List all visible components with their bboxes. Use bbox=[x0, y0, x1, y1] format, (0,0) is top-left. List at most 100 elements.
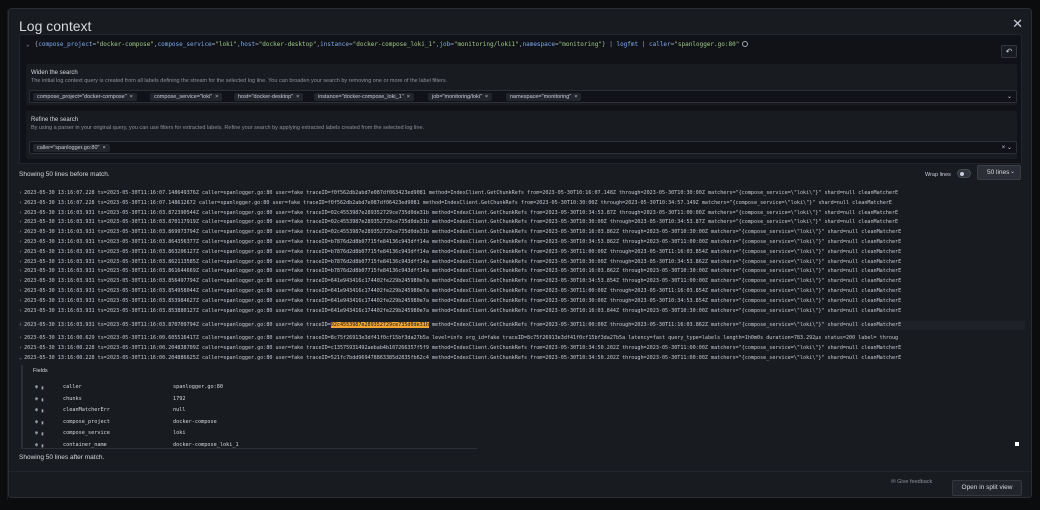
remove-chip-icon[interactable]: × bbox=[574, 94, 577, 100]
clear-and-chevron-icons[interactable]: × ⌄ bbox=[1002, 144, 1012, 151]
chevron-down-icon[interactable]: ⌄ bbox=[26, 41, 30, 48]
chevron-down-icon[interactable]: ⌄ bbox=[1007, 93, 1012, 100]
chevron-right-icon[interactable]: › bbox=[19, 229, 22, 235]
log-row[interactable]: › 2023-05-30 13:16:03.931 ts=2023-05-30T1… bbox=[19, 287, 1025, 296]
query-panel: ⌄ {compose_project="docker-compose",compo… bbox=[19, 34, 1022, 164]
label-chip[interactable]: namespace="monitoring" × bbox=[506, 93, 582, 101]
chevron-right-icon[interactable]: › bbox=[19, 219, 22, 225]
chevron-right-icon[interactable]: › bbox=[19, 190, 22, 196]
field-row: ◉▗ caller spanlogger.go:80 bbox=[33, 382, 473, 393]
info-circle-icon[interactable] bbox=[742, 41, 749, 47]
chevron-right-icon[interactable]: › bbox=[19, 259, 22, 265]
log-row[interactable]: › 2023-05-30 13:16:00.629 ts=2023-05-30T1… bbox=[19, 334, 1025, 343]
log-row-text: 2023-05-30 13:16:00.629 ts=2023-05-30T11… bbox=[24, 335, 899, 342]
chevron-right-icon[interactable]: › bbox=[19, 249, 22, 255]
query-label-value: "monitoring" bbox=[558, 41, 602, 48]
chevron-right-icon[interactable]: › bbox=[19, 298, 22, 304]
log-row-text: 2023-05-30 13:16:03.931 ts=2023-05-30T11… bbox=[24, 209, 899, 216]
label-chip[interactable]: host="docker-desktop" × bbox=[234, 93, 304, 101]
remove-chip-icon[interactable]: × bbox=[130, 94, 133, 100]
lines-count-select[interactable]: 50 lines ⌄ bbox=[977, 165, 1021, 180]
stats-icon[interactable]: ▗ bbox=[40, 419, 45, 425]
chevron-right-icon[interactable]: › bbox=[19, 239, 22, 245]
query-pipe: | bbox=[605, 41, 617, 48]
chevron-right-icon[interactable]: › bbox=[19, 322, 22, 328]
log-row[interactable]: › 2023-05-30 13:16:03.931 ts=2023-05-30T1… bbox=[19, 277, 1025, 286]
stats-icon[interactable]: ▗ bbox=[40, 442, 45, 448]
log-row[interactable]: ⌄ 2023-05-30 13:16:00.228 ts=2023-05-30T1… bbox=[19, 354, 1025, 363]
log-row[interactable]: › 2023-05-30 13:16:03.931 ts=2023-05-30T1… bbox=[19, 258, 1025, 267]
field-icons: ◉▗ bbox=[35, 440, 45, 451]
chevron-right-icon[interactable]: › bbox=[19, 335, 22, 341]
query-label-key: job bbox=[439, 41, 451, 48]
refine-search-description: By using a parser in your original query… bbox=[31, 125, 425, 131]
open-split-view-button[interactable]: Open in split view bbox=[952, 480, 1022, 496]
label-chip[interactable]: compose_project="docker-compose" × bbox=[33, 93, 137, 101]
give-feedback-link[interactable]: ✉ Give feedback bbox=[891, 479, 932, 485]
remove-chip-icon[interactable]: × bbox=[102, 145, 105, 151]
remove-chip-icon[interactable]: × bbox=[485, 94, 488, 100]
stats-icon[interactable]: ▗ bbox=[40, 396, 45, 402]
stats-icon[interactable]: ▗ bbox=[40, 407, 45, 413]
wrap-lines-toggle[interactable] bbox=[957, 169, 971, 178]
field-value: docker-compose_loki_1 bbox=[173, 441, 239, 448]
label-chip-text: caller="spanlogger.go:80" bbox=[37, 145, 100, 151]
chevron-right-icon[interactable]: › bbox=[19, 200, 22, 206]
log-row[interactable]: › 2023-05-30 13:16:03.931 ts=2023-05-30T1… bbox=[19, 267, 1025, 276]
query-label-key: instance bbox=[320, 41, 350, 48]
log-row-text: 2023-05-30 13:16:07.228 ts=2023-05-30T11… bbox=[24, 190, 899, 196]
label-chip[interactable]: compose_service="loki" × bbox=[150, 93, 223, 101]
log-row[interactable]: › 2023-05-30 13:16:03.931 ts=2023-05-30T1… bbox=[19, 238, 1025, 247]
log-row[interactable]: › 2023-05-30 13:16:03.931 ts=2023-05-30T1… bbox=[19, 209, 1025, 218]
log-row[interactable]: › 2023-05-30 13:16:03.931 ts=2023-05-30T1… bbox=[19, 307, 1025, 316]
label-chip[interactable]: instance="docker-compose_loki_1" × bbox=[314, 93, 414, 101]
field-value: docker-compose bbox=[173, 418, 217, 425]
chevron-down-icon: ⌄ bbox=[1009, 169, 1015, 175]
field-row: ◉▗ cleanMatcherErr null bbox=[33, 405, 473, 416]
chevron-right-icon[interactable]: › bbox=[19, 210, 22, 216]
log-row[interactable]: › 2023-05-30 13:16:03.931 ts=2023-05-30T1… bbox=[19, 297, 1025, 306]
remove-chip-icon[interactable]: × bbox=[407, 94, 410, 100]
chevron-right-icon[interactable]: › bbox=[19, 345, 22, 351]
query-label-value: "monitoring/loki1" bbox=[453, 41, 519, 48]
undo-icon[interactable]: ↶ bbox=[1001, 45, 1017, 58]
chevron-right-icon[interactable]: › bbox=[19, 268, 22, 274]
query-label-key: compose_service bbox=[157, 41, 212, 48]
fields-title: Fields bbox=[33, 368, 48, 374]
field-key: container_name bbox=[63, 441, 107, 448]
log-row[interactable]: › 2023-05-30 13:16:03.931 ts=2023-05-30T1… bbox=[19, 228, 1025, 237]
feedback-label: Give feedback bbox=[897, 479, 933, 485]
remove-chip-icon[interactable]: × bbox=[215, 94, 218, 100]
chevron-right-icon[interactable]: ⌄ bbox=[19, 355, 22, 361]
log-row-text: 2023-05-30 13:16:03.931 ts=2023-05-30T11… bbox=[24, 268, 902, 275]
stats-icon[interactable]: ▗ bbox=[40, 384, 45, 390]
log-row[interactable]: › 2023-05-30 13:16:00.228 ts=2023-05-30T1… bbox=[19, 344, 1025, 353]
query-line[interactable]: ⌄ {compose_project="docker-compose",compo… bbox=[26, 41, 749, 48]
close-icon[interactable]: ✕ bbox=[1012, 16, 1023, 32]
parsed-label-chip[interactable]: caller="spanlogger.go:80" × bbox=[33, 144, 110, 152]
query-filter-key: caller bbox=[648, 41, 671, 48]
footer-divider bbox=[9, 471, 1031, 472]
remove-chip-icon[interactable]: × bbox=[296, 94, 299, 100]
log-row-text: 2023-05-30 13:16:03.931 ts=2023-05-30T11… bbox=[24, 219, 899, 226]
chevron-right-icon[interactable]: › bbox=[19, 278, 22, 284]
parsed-label-filter-select[interactable]: × ⌄ caller="spanlogger.go:80" × bbox=[29, 141, 1017, 154]
chevron-right-icon[interactable]: › bbox=[19, 288, 22, 294]
log-row-text: 2023-05-30 13:16:00.228 ts=2023-05-30T11… bbox=[24, 354, 902, 361]
match-highlight: 02c4553987e289352729ce735d0de31b bbox=[330, 322, 429, 329]
log-row[interactable]: › 2023-05-30 13:16:03.931 ts=2023-05-30T1… bbox=[19, 218, 1025, 227]
log-row[interactable]: › 2023-05-30 13:16:03.931 ts=2023-05-30T1… bbox=[19, 248, 1025, 257]
query-label-key: host bbox=[240, 41, 256, 48]
chevron-right-icon[interactable]: › bbox=[19, 308, 22, 314]
log-row[interactable]: › 2023-05-30 13:16:07.228 ts=2023-05-30T1… bbox=[19, 189, 1025, 198]
label-chip[interactable]: job="monitoring/loki" × bbox=[428, 93, 493, 101]
query-filter-value: "spanlogger.go:80" bbox=[674, 41, 740, 48]
log-row[interactable]: › 2023-05-30 13:16:07.228 ts=2023-05-30T1… bbox=[19, 199, 1025, 208]
query-label-key: compose_project bbox=[38, 41, 93, 48]
label-filter-select[interactable]: ⌄ compose_project="docker-compose" × compo… bbox=[29, 90, 1017, 103]
log-row-match[interactable]: › 2023-05-30 13:16:03.931 ts=2023-05-30T1… bbox=[19, 321, 1025, 331]
stats-icon[interactable]: ▗ bbox=[40, 430, 45, 436]
field-key: cleanMatcherErr bbox=[63, 407, 110, 413]
field-key: caller bbox=[63, 384, 82, 390]
field-value: null bbox=[173, 407, 186, 413]
